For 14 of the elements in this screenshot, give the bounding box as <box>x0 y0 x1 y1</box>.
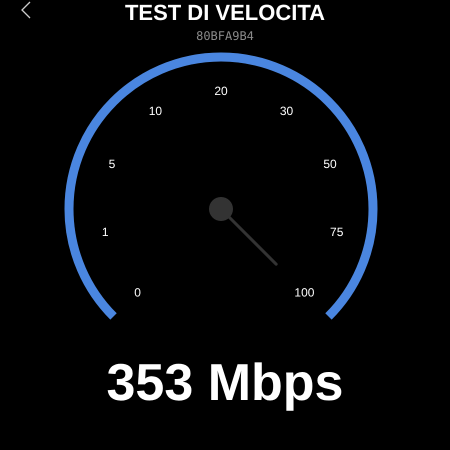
needle-hub <box>209 197 233 221</box>
scale-label: 100 <box>294 285 314 300</box>
scale-label: 5 <box>108 156 116 171</box>
back-icon <box>21 1 31 19</box>
scale-label: 10 <box>148 104 162 118</box>
speed-reading: 353 Mbps <box>106 357 344 409</box>
scale-label: 20 <box>214 84 228 98</box>
scale-label: 0 <box>134 285 141 300</box>
screen-title: TEST DI VELOCITA <box>124 2 326 24</box>
scale-label: 75 <box>330 225 344 240</box>
scale-label: 1 <box>102 225 109 240</box>
scale-label: 30 <box>280 104 294 118</box>
device-id: 80BFA9B4 <box>196 28 254 45</box>
scale-label: 50 <box>323 156 337 171</box>
